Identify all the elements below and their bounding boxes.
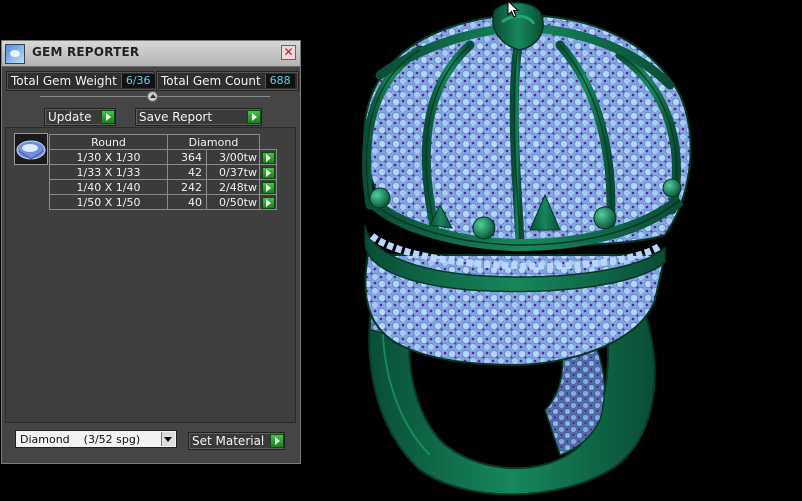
- gem-reporter-icon: [5, 44, 25, 64]
- table-header-row: Round Diamond: [49, 134, 277, 150]
- gem-list-area: Round Diamond 1/30 X 1/30 364 3/00tw 1/3…: [5, 127, 296, 423]
- table-row: 1/33 X 1/33 42 0/37tw: [49, 164, 277, 180]
- gem-weight: 0/37tw: [206, 164, 260, 180]
- set-material-label: Set Material: [192, 434, 265, 448]
- gem-size: 1/40 X 1/40: [49, 179, 168, 195]
- gem-size: 1/33 X 1/33: [49, 164, 168, 180]
- table-row: 1/30 X 1/30 364 3/00tw: [49, 149, 277, 165]
- total-gem-count-label: Total Gem Count: [161, 74, 261, 88]
- column-header-shape: Round: [49, 134, 168, 150]
- set-material-button[interactable]: Set Material: [188, 432, 285, 450]
- gem-weight: 0/50tw: [206, 194, 260, 210]
- play-arrow-icon: [270, 434, 284, 448]
- mouse-cursor-icon: [507, 0, 520, 18]
- play-arrow-icon: [261, 151, 275, 164]
- table-row: 1/50 X 1/50 40 0/50tw: [49, 194, 277, 210]
- update-label: Update: [48, 110, 92, 124]
- total-gem-count-box: Total Gem Count 688: [156, 71, 299, 91]
- select-row-button[interactable]: [259, 194, 277, 210]
- material-selected-value: Diamond (3/52 spg): [20, 432, 141, 446]
- table-row: 1/40 X 1/40 242 2/48tw: [49, 179, 277, 195]
- gem-table: Round Diamond 1/30 X 1/30 364 3/00tw 1/3…: [49, 134, 277, 210]
- play-arrow-icon: [261, 181, 275, 194]
- gem-count: 40: [167, 194, 207, 210]
- gem-count: 364: [167, 149, 207, 165]
- total-gem-count-value: 688: [264, 74, 295, 88]
- select-row-button[interactable]: [259, 164, 277, 180]
- gem-count: 42: [167, 164, 207, 180]
- play-arrow-icon: [261, 166, 275, 179]
- gem-reporter-panel: GEM REPORTER ✕ Total Gem Weight 6/36 Tot…: [1, 40, 301, 464]
- update-button[interactable]: Update: [44, 108, 116, 126]
- save-report-label: Save Report: [139, 110, 213, 124]
- select-row-button[interactable]: [259, 149, 277, 165]
- gem-weight: 2/48tw: [206, 179, 260, 195]
- gem-weight: 3/00tw: [206, 149, 260, 165]
- gem-size: 1/50 X 1/50: [49, 194, 168, 210]
- chevron-down-icon: [161, 432, 175, 446]
- select-row-button[interactable]: [259, 179, 277, 195]
- total-gem-weight-box: Total Gem Weight 6/36: [6, 71, 155, 91]
- gem-icon: [16, 140, 46, 160]
- collapse-icon[interactable]: [147, 91, 158, 102]
- play-arrow-icon: [247, 110, 261, 124]
- panel-title: GEM REPORTER: [32, 45, 140, 59]
- round-gem-thumbnail[interactable]: [14, 133, 48, 165]
- gem-count: 242: [167, 179, 207, 195]
- play-arrow-icon: [101, 110, 115, 124]
- column-header-material: Diamond: [167, 134, 260, 150]
- play-arrow-icon: [261, 196, 275, 209]
- panel-titlebar[interactable]: GEM REPORTER ✕: [2, 41, 300, 67]
- close-icon[interactable]: ✕: [281, 45, 296, 60]
- total-gem-weight-label: Total Gem Weight: [11, 74, 117, 88]
- total-gem-weight-value: 6/36: [120, 74, 155, 88]
- save-report-button[interactable]: Save Report: [135, 108, 262, 126]
- gem-size: 1/30 X 1/30: [49, 149, 168, 165]
- material-dropdown[interactable]: Diamond (3/52 spg): [15, 430, 177, 448]
